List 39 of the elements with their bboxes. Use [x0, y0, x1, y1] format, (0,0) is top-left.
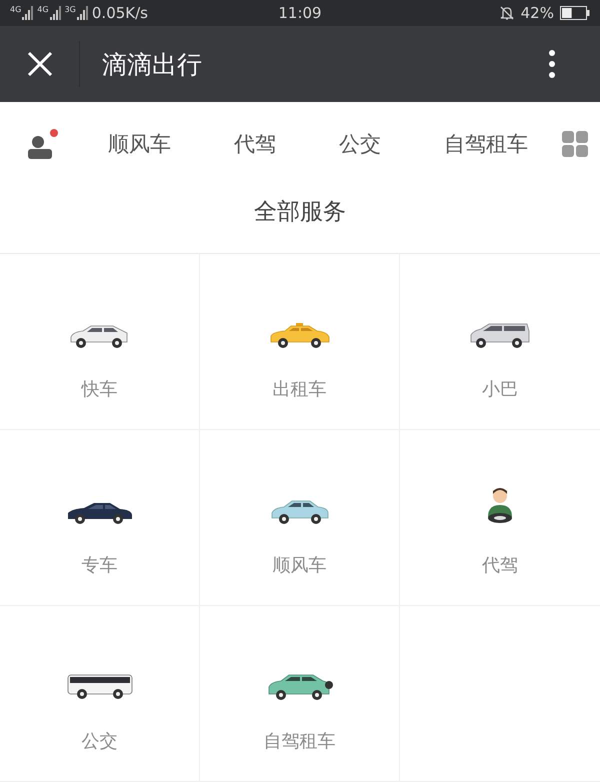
- bus-icon: [66, 673, 134, 701]
- service-tile[interactable]: 顺风车: [200, 430, 400, 606]
- all-services-button[interactable]: [562, 131, 588, 158]
- service-tab[interactable]: 公交: [339, 130, 381, 158]
- car-icon: [270, 499, 330, 525]
- service-tile[interactable]: 专车: [0, 430, 200, 606]
- car-icon: [68, 323, 130, 349]
- signal-icon: [50, 6, 62, 20]
- grid-icon: [562, 131, 588, 158]
- service-tile[interactable]: 出租车: [200, 254, 400, 430]
- service-tile[interactable]: 自驾租车: [200, 606, 400, 782]
- network-label: 3G: [64, 6, 76, 14]
- clock-time: 11:09: [278, 4, 322, 22]
- service-tile[interactable]: 小巴: [400, 254, 600, 430]
- driver-icon: [485, 487, 515, 525]
- section-title: 全部服务: [0, 186, 600, 254]
- more-icon: [548, 49, 556, 80]
- service-tile[interactable]: 公交: [0, 606, 200, 782]
- minivan-icon: [469, 323, 531, 349]
- window-title: 滴滴出行: [102, 48, 203, 81]
- close-icon: [26, 51, 52, 78]
- network-label: 4G: [37, 6, 49, 14]
- car-icon: [66, 501, 134, 525]
- service-tab[interactable]: 代驾: [234, 130, 276, 158]
- network-speed: 0.05K/s: [92, 4, 148, 22]
- suv-icon: [266, 673, 332, 701]
- service-tile[interactable]: 快车: [0, 254, 200, 430]
- signal-icon: [76, 6, 89, 20]
- battery-percent: 42%: [520, 4, 554, 22]
- service-tab[interactable]: 自驾租车: [444, 130, 528, 158]
- network-label: 4G: [10, 6, 22, 14]
- service-tile[interactable]: 代驾: [400, 430, 600, 606]
- service-tab[interactable]: 顺风车: [108, 130, 171, 158]
- taxi-icon: [268, 323, 330, 349]
- battery-icon: [560, 6, 590, 20]
- profile-button[interactable]: [28, 129, 58, 160]
- muted-bell-icon: [498, 5, 515, 22]
- signal-icon: [22, 6, 34, 20]
- user-icon: [28, 133, 52, 160]
